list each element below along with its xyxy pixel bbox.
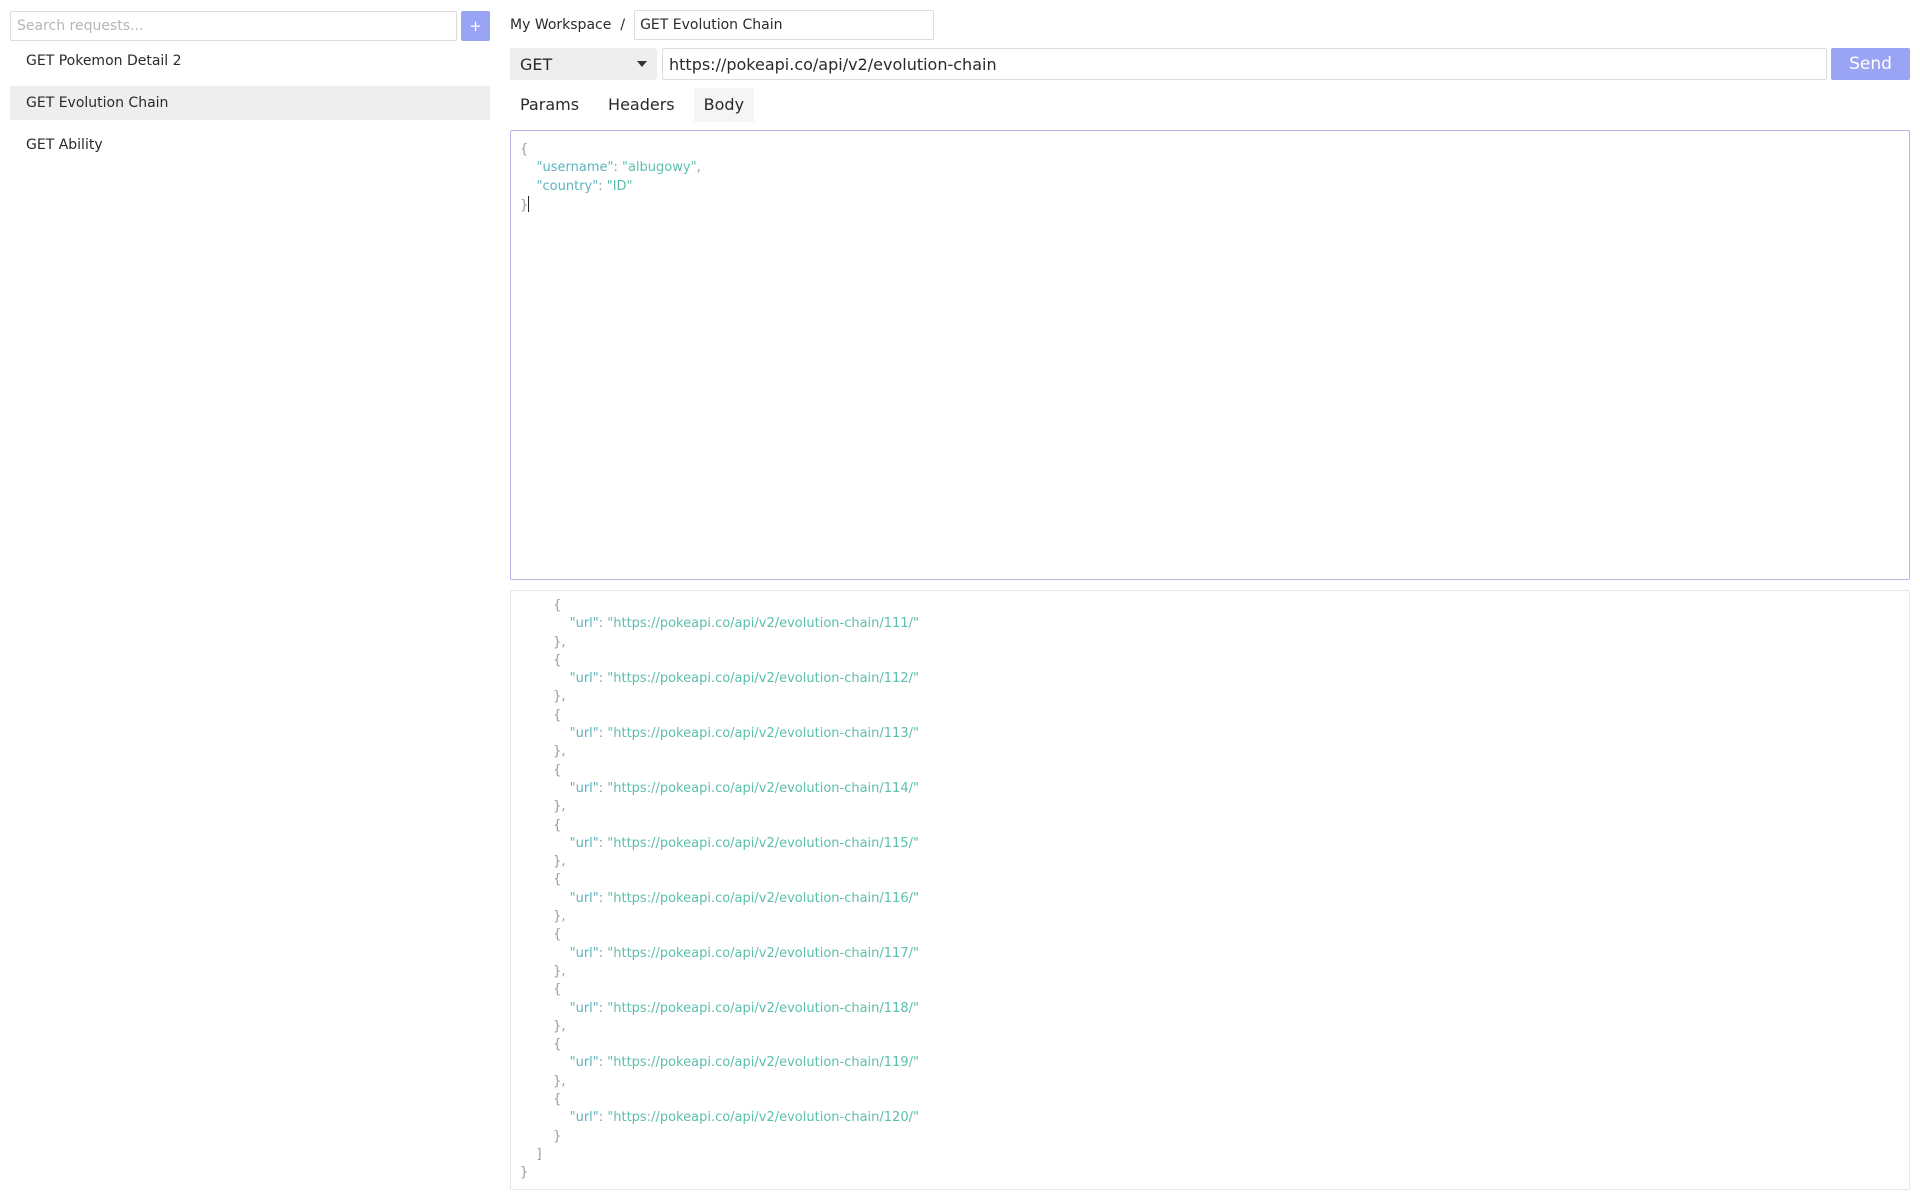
json-colon: : — [598, 616, 608, 632]
json-key: "url" — [569, 616, 599, 632]
json-line: "country": "ID" — [536, 178, 633, 194]
json-colon: : — [598, 835, 608, 851]
json-value: "ID" — [606, 178, 633, 194]
send-button[interactable]: Send — [1831, 48, 1910, 80]
json-close-brace: } — [520, 197, 529, 213]
json-comma: , — [696, 160, 701, 176]
json-url-value: "https://pokeapi.co/api/v2/evolution-cha… — [607, 1055, 919, 1071]
json-close-brace: }, — [553, 963, 566, 979]
json-url-value: "https://pokeapi.co/api/v2/evolution-cha… — [607, 890, 919, 906]
json-open-brace: { — [553, 872, 562, 888]
json-colon: : — [598, 726, 608, 742]
search-row: + — [10, 11, 490, 41]
json-colon: : — [598, 890, 608, 906]
json-close-brace: }, — [553, 909, 566, 925]
json-key: "country" — [536, 178, 599, 194]
json-key: "url" — [569, 835, 599, 851]
json-url-value: "https://pokeapi.co/api/v2/evolution-cha… — [607, 671, 919, 687]
json-close-brace: }, — [553, 744, 566, 760]
json-key: "url" — [569, 780, 599, 796]
json-colon: : — [598, 780, 608, 796]
request-item-evolution-chain[interactable]: GET Evolution Chain — [10, 86, 490, 120]
json-open-brace: { — [553, 707, 562, 723]
breadcrumb-workspace[interactable]: My Workspace — [510, 17, 611, 33]
json-close-brace: }, — [553, 634, 566, 650]
json-open-brace: { — [553, 652, 562, 668]
method-select[interactable]: GET — [510, 48, 657, 80]
json-close-brace: }, — [553, 799, 566, 815]
json-value: "albugowy" — [622, 160, 697, 176]
json-close-brace: }, — [553, 689, 566, 705]
json-key: "url" — [569, 1110, 599, 1126]
json-line: "username": "albugowy", — [536, 160, 701, 176]
json-colon: : — [598, 1055, 608, 1071]
json-array-close: ] — [536, 1146, 542, 1162]
json-url-value: "https://pokeapi.co/api/v2/evolution-cha… — [607, 726, 919, 742]
tab-body[interactable]: Body — [693, 88, 755, 122]
response-viewer[interactable]: { "url": "https://pokeapi.co/api/v2/evol… — [510, 590, 1910, 1190]
json-url-value: "https://pokeapi.co/api/v2/evolution-cha… — [607, 616, 919, 632]
json-open-brace: { — [520, 142, 529, 157]
json-root-close: } — [520, 1165, 529, 1181]
url-row: GET Send — [510, 48, 1910, 80]
sidebar: + GET Pokemon Detail 2 GET Evolution Cha… — [0, 0, 500, 1200]
add-request-button[interactable]: + — [461, 11, 490, 41]
json-close-brace: }, — [553, 1018, 566, 1034]
request-list: GET Pokemon Detail 2 GET Evolution Chain… — [10, 44, 490, 170]
json-url-value: "https://pokeapi.co/api/v2/evolution-cha… — [607, 1000, 919, 1016]
caret-down-icon — [637, 61, 647, 67]
json-url-value: "https://pokeapi.co/api/v2/evolution-cha… — [607, 945, 919, 961]
json-colon: : — [598, 671, 608, 687]
url-input[interactable] — [662, 48, 1827, 80]
json-key: "url" — [569, 726, 599, 742]
json-colon: : — [598, 1110, 608, 1126]
json-colon: : — [598, 945, 608, 961]
json-open-brace: { — [553, 1037, 562, 1053]
json-key: "url" — [569, 671, 599, 687]
json-open-brace: { — [553, 1092, 562, 1108]
response-lines: { "url": "https://pokeapi.co/api/v2/evol… — [520, 598, 919, 1180]
json-url-value: "https://pokeapi.co/api/v2/evolution-cha… — [607, 780, 919, 796]
json-key: "url" — [569, 945, 599, 961]
main-panel: My Workspace / GET Send Params Headers B… — [510, 0, 1910, 1200]
json-open-brace: { — [553, 927, 562, 943]
request-name-input[interactable] — [634, 10, 935, 40]
json-open-brace: { — [553, 817, 562, 833]
json-url-value: "https://pokeapi.co/api/v2/evolution-cha… — [607, 1110, 919, 1126]
json-open-brace: { — [553, 762, 562, 778]
tab-params[interactable]: Params — [510, 88, 589, 122]
json-key: "url" — [569, 890, 599, 906]
method-label: GET — [520, 54, 553, 74]
breadcrumb-separator: / — [620, 17, 626, 33]
json-url-value: "https://pokeapi.co/api/v2/evolution-cha… — [607, 835, 919, 851]
json-close-brace: } — [553, 1128, 562, 1144]
request-item-pokemon-detail-2[interactable]: GET Pokemon Detail 2 — [10, 44, 490, 78]
json-open-brace: { — [553, 982, 562, 998]
tab-headers[interactable]: Headers — [598, 88, 685, 122]
json-key: "url" — [569, 1055, 599, 1071]
json-key: "username" — [536, 160, 614, 176]
breadcrumb: My Workspace / — [510, 10, 935, 40]
json-close-brace: }, — [553, 1073, 566, 1089]
text-cursor — [528, 195, 530, 212]
json-open-brace: { — [553, 598, 562, 613]
json-colon: : — [598, 1000, 608, 1016]
request-tabs: Params Headers Body — [510, 88, 763, 122]
search-input[interactable] — [10, 11, 457, 41]
body-editor[interactable]: { "username": "albugowy", "country": "ID… — [510, 130, 1910, 580]
request-item-ability[interactable]: GET Ability — [10, 128, 490, 162]
json-close-brace: }, — [553, 854, 566, 870]
json-key: "url" — [569, 1000, 599, 1016]
